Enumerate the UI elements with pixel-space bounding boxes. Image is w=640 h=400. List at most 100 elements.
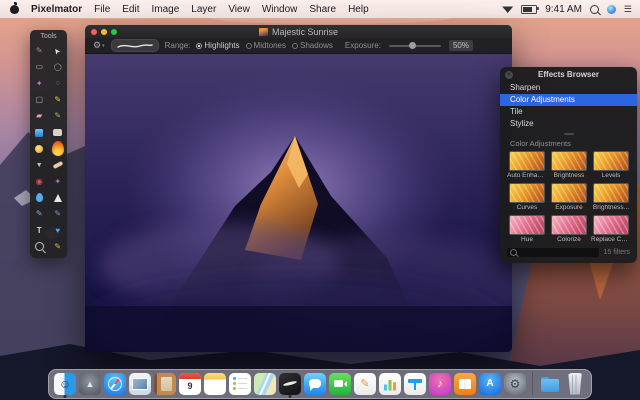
notification-center-icon[interactable]: ☰ (624, 5, 632, 14)
spotlight-search-icon[interactable] (590, 5, 599, 14)
burn-tool-icon[interactable] (49, 141, 68, 156)
menu-share[interactable]: Share (309, 4, 336, 15)
effects-wand-tool-icon[interactable]: ✦ (49, 174, 68, 189)
range-option-midtones[interactable]: Midtones (246, 41, 286, 50)
magic-wand-tool-icon[interactable]: ✦ (30, 76, 49, 91)
dock-item-safari[interactable] (104, 373, 126, 395)
pen-tool-icon[interactable]: ✎ (30, 207, 49, 222)
category-tile[interactable]: Tile (500, 106, 637, 118)
facetime-icon (329, 373, 351, 395)
category-sharpen[interactable]: Sharpen (500, 82, 637, 94)
downloads-folder-icon (539, 373, 561, 395)
menu-window[interactable]: Window (262, 4, 298, 15)
sponge-tool-icon[interactable] (49, 125, 68, 140)
shape-tool-icon[interactable]: ♥ (49, 223, 68, 238)
filter-curves[interactable]: Curves (507, 183, 547, 212)
filter-brightness[interactable]: Brightness (551, 151, 587, 180)
dock-item-ibooks[interactable] (454, 373, 476, 395)
exposure-slider[interactable] (389, 45, 441, 47)
filter-auto-enhance[interactable]: Auto Enhance (507, 151, 547, 180)
battery-icon[interactable] (521, 5, 537, 14)
menu-help[interactable]: Help (348, 4, 369, 15)
close-icon[interactable]: ✕ (505, 71, 513, 79)
move-tool-icon[interactable]: ➤ (49, 44, 68, 59)
red-eye-tool-icon[interactable]: ◉ (30, 174, 49, 189)
dock-item-system-preferences[interactable]: ⚙ (504, 373, 526, 395)
brush-tool-icon[interactable]: ✎ (49, 109, 68, 124)
filter-hue[interactable]: Hue (507, 215, 547, 244)
brush-stroke-preview[interactable] (111, 39, 159, 52)
dock-item-contacts[interactable] (154, 373, 176, 395)
dock-item-itunes[interactable]: ♪ (429, 373, 451, 395)
wifi-icon[interactable] (502, 5, 513, 13)
ellipse-marquee-tool-icon[interactable]: ◯ (49, 60, 68, 75)
zoom-tool-icon[interactable] (30, 239, 49, 254)
crop-tool-icon[interactable]: ▢ (30, 93, 49, 108)
range-option-shadows[interactable]: Shadows (292, 41, 333, 50)
paint-tool-icon[interactable]: ✎ (30, 44, 49, 59)
dock-item-launchpad[interactable]: ▲ (79, 373, 101, 395)
tool-settings-menu[interactable]: ⚙▾ (93, 40, 105, 51)
blur-tool-icon[interactable] (30, 190, 49, 205)
color-sampler-tool-icon[interactable]: ✎ (49, 239, 68, 254)
dock-item-notes[interactable] (204, 373, 226, 395)
apple-menu-icon[interactable] (10, 5, 19, 14)
rect-marquee-tool-icon[interactable]: ▭ (30, 60, 49, 75)
menu-view[interactable]: View (228, 4, 250, 15)
menu-file[interactable]: File (94, 4, 110, 15)
sharpen-tool-icon[interactable] (49, 190, 68, 205)
dock-item-pages[interactable]: ✎ (354, 373, 376, 395)
clone-stamp-tool-icon[interactable]: ▼ (30, 158, 49, 173)
dock-item-mail[interactable] (129, 373, 151, 395)
window-titlebar[interactable]: Majestic Sunrise (85, 25, 512, 38)
dock-item-trash[interactable] (564, 373, 586, 395)
dock-item-downloads-folder[interactable] (539, 373, 561, 395)
healing-tool-icon[interactable] (49, 158, 68, 173)
menu-bar: Pixelmator File Edit Image Layer View Wi… (0, 0, 640, 18)
dock-item-app-store[interactable]: A (479, 373, 501, 395)
pages-icon: ✎ (354, 373, 376, 395)
menu-clock[interactable]: 9:41 AM (545, 4, 582, 15)
effects-browser-header[interactable]: ✕ Effects Browser (500, 67, 637, 82)
menu-pixelmator[interactable]: Pixelmator (31, 4, 82, 15)
range-option-highlights[interactable]: Highlights (196, 41, 239, 50)
dock-item-calendar[interactable]: 9 (179, 373, 201, 395)
exposure-value[interactable]: 50% (449, 40, 473, 51)
filter-brightness-more[interactable]: Brightness... (591, 183, 631, 212)
category-stylize[interactable]: Stylize (500, 118, 637, 130)
dock-item-keynote[interactable] (404, 373, 426, 395)
dock-item-reminders[interactable] (229, 373, 251, 395)
menu-layer[interactable]: Layer (191, 4, 216, 15)
filter-levels[interactable]: Levels (591, 151, 631, 180)
siri-icon[interactable] (607, 5, 616, 14)
gradient-tool-icon[interactable] (30, 125, 49, 140)
dock-item-messages[interactable] (304, 373, 326, 395)
freeform-pen-tool-icon[interactable]: ✎ (49, 207, 68, 222)
panel-resize-handle[interactable] (500, 130, 637, 137)
menu-image[interactable]: Image (152, 4, 180, 15)
dodge-tool-icon[interactable] (30, 141, 49, 156)
filter-thumbnail (593, 215, 629, 235)
filter-replace-color[interactable]: Replace Color (591, 215, 631, 244)
filter-colorize[interactable]: Colorize (551, 215, 587, 244)
lasso-tool-icon[interactable]: ◌ (49, 76, 68, 91)
eraser-tool-icon[interactable]: ▰ (30, 109, 49, 124)
canvas-area[interactable] (85, 54, 512, 352)
dock-item-numbers[interactable] (379, 373, 401, 395)
radio-midtones[interactable] (246, 43, 252, 49)
category-color-adjustments[interactable]: Color Adjustments (500, 94, 637, 106)
radio-highlights[interactable] (196, 43, 202, 49)
type-tool-icon[interactable]: T (30, 223, 49, 238)
dock-item-maps[interactable] (254, 373, 276, 395)
dock-item-pixelmator[interactable] (279, 373, 301, 395)
dock-separator (532, 372, 533, 395)
filter-exposure[interactable]: Exposure (551, 183, 587, 212)
pencil-tool-icon[interactable]: ✎ (49, 93, 68, 108)
effects-search-input[interactable] (519, 249, 596, 256)
radio-shadows[interactable] (292, 43, 298, 49)
effects-search-field[interactable] (507, 248, 599, 257)
dock-item-facetime[interactable] (329, 373, 351, 395)
dock-item-finder[interactable]: ☺ (54, 373, 76, 395)
menu-edit[interactable]: Edit (122, 4, 139, 15)
exposure-slider-knob[interactable] (409, 42, 416, 49)
